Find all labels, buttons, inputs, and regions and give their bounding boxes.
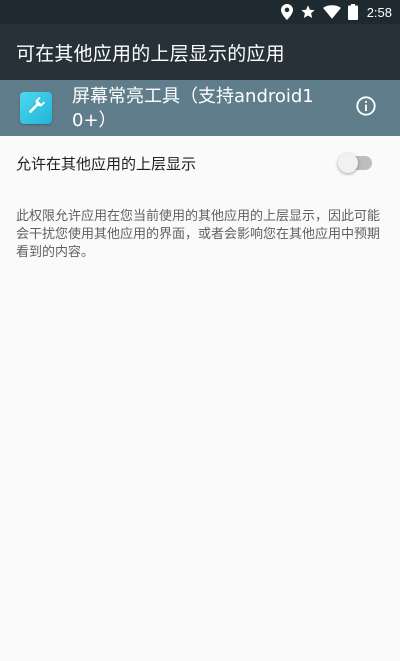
app-bar: 可在其他应用的上层显示的应用 bbox=[0, 24, 400, 80]
toggle-thumb bbox=[338, 153, 358, 173]
battery-icon bbox=[347, 4, 358, 20]
permission-description: 此权限允许应用在您当前使用的其他应用的上层显示，因此可能会干扰您使用其他应用的界… bbox=[16, 209, 381, 260]
app-icon bbox=[20, 92, 52, 124]
status-icons: 2:58 bbox=[280, 0, 392, 24]
app-name: 屏幕常亮工具（支持android10+） bbox=[72, 86, 314, 131]
status-bar: 2:58 bbox=[0, 0, 400, 24]
app-info-button[interactable] bbox=[354, 96, 378, 120]
page-title: 可在其他应用的上层显示的应用 bbox=[16, 42, 285, 65]
location-icon bbox=[280, 4, 293, 20]
wrench-icon bbox=[25, 95, 47, 121]
overlay-permission-row[interactable]: 允许在其他应用的上层显示 bbox=[0, 136, 400, 190]
status-time: 2:58 bbox=[366, 4, 392, 20]
app-header: 屏幕常亮工具（支持android10+） bbox=[0, 80, 400, 136]
info-icon bbox=[355, 95, 377, 121]
overlay-permission-toggle[interactable] bbox=[338, 153, 374, 173]
star-icon bbox=[300, 4, 316, 20]
overlay-permission-label: 允许在其他应用的上层显示 bbox=[16, 154, 197, 173]
wifi-icon bbox=[322, 5, 341, 19]
